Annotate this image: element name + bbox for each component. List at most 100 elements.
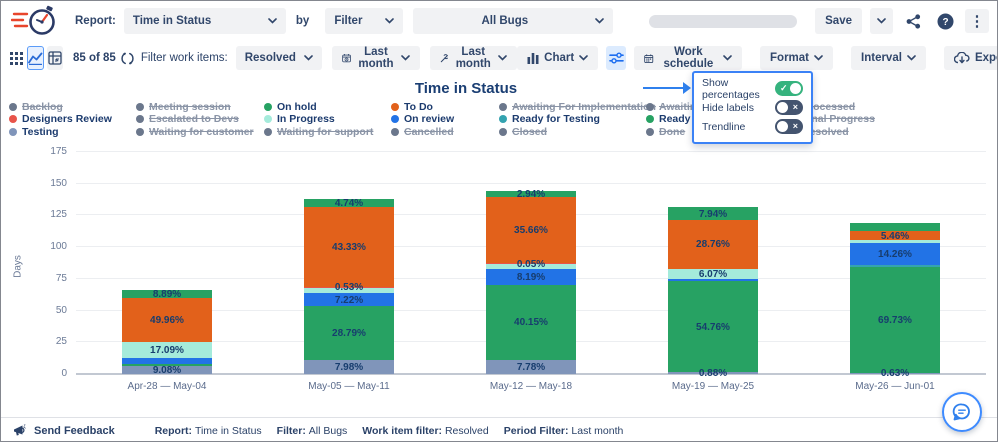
toggle-hide-labels[interactable]: × (775, 100, 803, 115)
share-button[interactable] (901, 9, 925, 33)
legend-item-on-review[interactable]: On review (391, 113, 454, 125)
megaphone-icon: ζ (14, 424, 26, 436)
refresh-button[interactable] (120, 46, 135, 70)
help-button[interactable]: ? (933, 9, 957, 33)
view-chart-button[interactable] (27, 46, 44, 70)
legend-item-designers-review[interactable]: Designers Review (9, 113, 112, 125)
chart-type-button[interactable]: Chart (517, 46, 599, 70)
footer-bar: ζ Send Feedback Report: Time in Status Fi… (1, 417, 997, 441)
format-button[interactable]: Format (760, 46, 834, 70)
bar-segment-testing (122, 365, 212, 374)
view-pivot-button[interactable] (47, 46, 63, 70)
bar-segment-on-review (122, 357, 212, 364)
legend-item-ready-for-testing[interactable]: Ready for Testing (499, 113, 656, 125)
legend-column: Meeting session Escalated to Devs Waiting … (136, 101, 254, 138)
legend-item-testing[interactable]: Testing (9, 126, 112, 138)
legend-dot (264, 102, 272, 111)
calendar-period-button[interactable]: Last month (331, 46, 421, 70)
legend-label: Waiting for support (277, 125, 374, 138)
bar-may-12-may-18: 7.78% 40.15% 8.19% 0.05% 35.66% 2.94% (486, 189, 576, 374)
interval-button[interactable]: Interval (851, 46, 926, 70)
menu-item-hide-labels[interactable]: Hide labels × (702, 98, 803, 117)
legend-dot (136, 127, 144, 136)
legend-label: Done (659, 125, 686, 138)
bar-segment-ready-for-testing (850, 264, 940, 267)
legend-dot (136, 115, 144, 124)
y-tick-label: 125 (50, 209, 67, 221)
legend-item-cancelled[interactable]: Cancelled (391, 126, 454, 138)
bar-segment-in-progress (304, 287, 394, 294)
export-button[interactable]: Export (943, 46, 997, 70)
view-grid-button[interactable] (9, 46, 24, 70)
bar-segment-ready-to-r (122, 363, 212, 366)
toggle-show-percentages[interactable]: ✓ (775, 81, 803, 96)
legend-item-closed[interactable]: Closed (499, 126, 656, 138)
legend-dot (499, 115, 507, 124)
work-period-button[interactable]: Last month (430, 46, 518, 70)
check-icon: ✓ (780, 83, 788, 93)
legend-dot (646, 127, 654, 136)
legend-label: On hold (277, 100, 317, 113)
toggle-trendline[interactable]: × (775, 119, 803, 134)
save-button[interactable]: Save (815, 8, 862, 34)
footer-meta-filter: Filter: All Bugs (276, 424, 348, 437)
chevron-down-icon (907, 55, 916, 61)
legend-label: Waiting for customer (149, 125, 254, 138)
legend-item-awaiting-for-implementation[interactable]: Awaiting For Implementation (499, 101, 656, 113)
bar-segment-in-progress (122, 342, 212, 358)
bar-segment-testing (850, 372, 940, 374)
send-feedback-button[interactable]: ζ Send Feedback (13, 424, 115, 437)
legend-dot (264, 115, 272, 124)
x-axis-label: Apr-28 — May-04 (127, 381, 207, 392)
legend-item-escalated-to-devs[interactable]: Escalated to Devs (136, 113, 254, 125)
menu-item-show-percentages[interactable]: Show percentages ✓ (702, 76, 803, 101)
scope-select[interactable]: All Bugs (413, 8, 614, 34)
legend-label: Cancelled (404, 125, 454, 138)
legend-item-to-do[interactable]: To Do (391, 101, 454, 113)
bar-segment-ready-to-r (850, 266, 940, 373)
legend-item-waiting-for-support[interactable]: Waiting for support (264, 126, 373, 138)
status-filter-select[interactable]: Resolved (235, 46, 322, 70)
menu-item-label: Hide labels (702, 101, 754, 114)
legend-item-on-hold[interactable]: On hold (264, 101, 373, 113)
chart-plot: 9.08% 17.09% 49.96% 8.89% 7.98% 28.79% 7.22% 0.… (76, 151, 986, 379)
legend-label: Testing (22, 125, 59, 138)
bar-segment-on-review (486, 269, 576, 285)
filter-by-select[interactable]: Filter (325, 8, 404, 34)
share-icon (906, 13, 920, 29)
pivot-table-icon (48, 51, 62, 65)
legend-item-waiting-for-customer[interactable]: Waiting for customer (136, 126, 254, 138)
y-axis-title: Days (12, 255, 24, 278)
legend-item-in-progress[interactable]: In Progress (264, 113, 373, 125)
more-options-button[interactable]: ⋮ (965, 9, 989, 33)
chat-bubble-icon (952, 403, 970, 421)
legend-dot (646, 115, 654, 124)
bar-may-19-may-25: 0.88% 54.76% 6.07% 28.76% 7.94% (668, 207, 758, 379)
bar-segment-on-hold (304, 198, 394, 208)
save-options-button[interactable] (870, 8, 893, 34)
report-type-select[interactable]: Time in Status (123, 8, 286, 34)
bar-segment-to-do (122, 297, 212, 343)
legend-dot (499, 102, 507, 111)
y-tick-label: 150 (50, 177, 67, 189)
x-axis-label: May-19 — May-25 (671, 381, 755, 392)
chat-widget-button[interactable] (942, 392, 982, 432)
bar-segment-to-do (668, 220, 758, 269)
chevron-down-icon (723, 55, 732, 61)
chart-settings-popover: Show percentages ✓ Hide labels × Trendline × (692, 71, 813, 144)
chevron-down-icon (579, 55, 588, 61)
work-schedule-button[interactable]: Work schedule (634, 46, 743, 70)
legend-item-backlog[interactable]: Backlog (9, 101, 112, 113)
svg-text:?: ? (942, 17, 948, 28)
legend-item-meeting-session[interactable]: Meeting session (136, 101, 254, 113)
bar-segment-in-progress (486, 263, 576, 270)
menu-item-trendline[interactable]: Trendline × (702, 117, 803, 136)
chart-settings-button[interactable] (606, 46, 627, 70)
cross-icon: × (792, 121, 798, 131)
legend-column: Backlog Designers Review Testing (9, 101, 112, 138)
legend-column: On hold In Progress Waiting for support (264, 101, 373, 138)
y-tick-label: 25 (55, 336, 67, 348)
status-filter-value: Resolved (244, 52, 296, 64)
menu-item-label: Show percentages (702, 76, 760, 101)
bar-segment-testing (486, 359, 576, 374)
